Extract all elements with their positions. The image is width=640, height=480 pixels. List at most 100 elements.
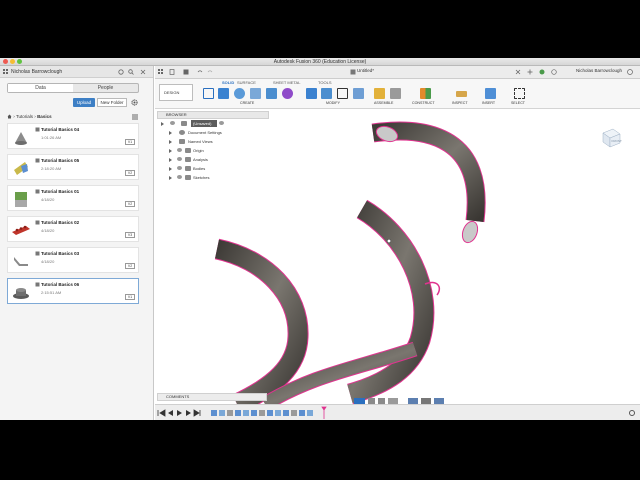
file-card[interactable]: Tutorial Basics 04 1:01:26 AM V1 xyxy=(7,123,139,149)
chevron-right-icon[interactable] xyxy=(169,167,172,171)
user-menu[interactable]: Nicholas Barrowclough xyxy=(11,66,62,78)
timeline-feature[interactable] xyxy=(307,410,313,416)
loft-tool[interactable] xyxy=(266,88,277,99)
shell-tool[interactable] xyxy=(353,88,364,99)
close-icon[interactable] xyxy=(515,69,521,75)
timeline-feature[interactable] xyxy=(227,410,233,416)
refresh-icon[interactable] xyxy=(118,69,124,75)
timeline-feature[interactable] xyxy=(211,410,217,416)
redo-icon[interactable] xyxy=(207,69,213,75)
job-status-icon[interactable] xyxy=(539,69,545,75)
move-tool[interactable] xyxy=(337,88,348,99)
file-card[interactable]: Tutorial Basics 05 2:18:20 AM V2 xyxy=(7,154,139,180)
help-icon[interactable] xyxy=(627,69,633,75)
browser-item[interactable]: Sketches xyxy=(157,173,269,182)
home-icon[interactable] xyxy=(7,114,12,119)
new-component-tool[interactable] xyxy=(374,88,385,99)
add-tab-icon[interactable] xyxy=(527,69,533,75)
file-card[interactable]: Tutorial Basics 06 2:15:51 AM V1 xyxy=(7,278,139,304)
timeline-feature[interactable] xyxy=(235,410,241,416)
timeline-prev-icon[interactable] xyxy=(168,410,173,416)
timeline-feature[interactable] xyxy=(267,410,273,416)
file-card[interactable]: Tutorial Basics 03 4/18/20 V2 xyxy=(7,247,139,273)
chevron-right-icon[interactable] xyxy=(169,158,172,162)
pivot-point[interactable] xyxy=(386,238,392,244)
browser-item[interactable]: Document Settings xyxy=(157,128,269,137)
group-inspect[interactable]: INSPECT xyxy=(452,101,468,105)
extrude-tool[interactable] xyxy=(218,88,229,99)
timeline-marker[interactable] xyxy=(321,406,327,419)
browser-item[interactable]: Origin xyxy=(157,146,269,155)
group-assemble[interactable]: ASSEMBLE xyxy=(374,101,393,105)
timeline-next-icon[interactable] xyxy=(186,410,191,416)
browser-root-row[interactable]: (Unsaved) xyxy=(157,119,269,128)
tab-solid[interactable]: SOLID xyxy=(222,80,234,85)
tube-elbow-upper-body[interactable] xyxy=(371,122,485,223)
timeline-play-icon[interactable] xyxy=(177,410,182,416)
breadcrumb-tutorials[interactable]: Tutorials xyxy=(16,114,33,119)
press-pull-tool[interactable] xyxy=(306,88,317,99)
group-select[interactable]: SELECT xyxy=(511,101,525,105)
new-sketch-tool[interactable] xyxy=(203,88,214,99)
browser-item[interactable]: Named Views xyxy=(157,137,269,146)
version-badge[interactable]: V3 xyxy=(125,232,135,238)
eye-icon[interactable] xyxy=(177,175,182,179)
select-tool[interactable] xyxy=(514,88,525,99)
version-badge[interactable]: V2 xyxy=(125,201,135,207)
save-icon[interactable] xyxy=(183,69,189,75)
chevron-right-icon[interactable] xyxy=(169,131,172,135)
comments-panel[interactable]: COMMENTS xyxy=(157,393,267,401)
version-badge[interactable]: V1 xyxy=(125,294,135,300)
chevron-right-icon[interactable] xyxy=(169,176,172,180)
list-view-icon[interactable] xyxy=(132,114,138,120)
timeline-feature[interactable] xyxy=(251,410,257,416)
new-folder-button[interactable]: New Folder xyxy=(97,98,127,107)
measure-tool[interactable] xyxy=(456,91,467,97)
eye-icon[interactable] xyxy=(170,121,175,125)
eye-icon[interactable] xyxy=(177,166,182,170)
form-tool[interactable] xyxy=(282,88,293,99)
record-icon[interactable] xyxy=(219,121,224,125)
group-insert[interactable]: INSERT xyxy=(482,101,495,105)
timeline-feature[interactable] xyxy=(219,410,225,416)
timeline-feature[interactable] xyxy=(275,410,281,416)
insert-image-tool[interactable] xyxy=(485,88,496,99)
fillet-tool[interactable] xyxy=(321,88,332,99)
chevron-down-icon[interactable] xyxy=(161,122,164,126)
offset-plane-tool[interactable] xyxy=(420,88,431,99)
version-badge[interactable]: V1 xyxy=(125,139,135,145)
search-icon[interactable] xyxy=(128,69,134,75)
tab-surface[interactable]: SURFACE xyxy=(237,80,256,85)
version-badge[interactable]: V2 xyxy=(125,170,135,176)
timeline-feature[interactable] xyxy=(291,410,297,416)
joint-tool[interactable] xyxy=(390,88,401,99)
tab-data[interactable]: Data xyxy=(8,84,73,92)
workspace-switcher[interactable]: DESIGN xyxy=(159,84,193,101)
browser-item[interactable]: Analysis xyxy=(157,155,269,164)
view-cube[interactable]: FRONT xyxy=(600,126,622,148)
tab-sheet-metal[interactable]: SHEET METAL xyxy=(273,80,300,85)
document-tab[interactable]: Untitled* xyxy=(357,68,374,73)
tab-tools[interactable]: TOOLS xyxy=(318,80,332,85)
browser-root-label[interactable]: (Unsaved) xyxy=(191,120,217,127)
chevron-right-icon[interactable] xyxy=(169,140,172,144)
timeline-feature[interactable] xyxy=(283,410,289,416)
group-construct[interactable]: CONSTRUCT xyxy=(412,101,435,105)
file-card[interactable]: Tutorial Basics 01 4/18/20 V2 xyxy=(7,185,139,211)
version-badge[interactable]: V2 xyxy=(125,263,135,269)
gear-icon[interactable] xyxy=(131,99,138,106)
timeline-feature[interactable] xyxy=(243,410,249,416)
grid-icon[interactable] xyxy=(158,69,164,75)
timeline-feature[interactable] xyxy=(259,410,265,416)
user-menu-right[interactable]: Nicholas Barrowclough xyxy=(576,68,622,73)
timeline-feature[interactable] xyxy=(299,410,305,416)
file-icon[interactable] xyxy=(169,69,175,75)
group-modify[interactable]: MODIFY xyxy=(326,101,340,105)
sweep-tool[interactable] xyxy=(250,88,261,99)
eye-icon[interactable] xyxy=(177,157,182,161)
chevron-right-icon[interactable] xyxy=(169,149,172,153)
timeline-first-icon[interactable] xyxy=(157,409,166,417)
group-create[interactable]: CREATE xyxy=(240,101,254,105)
clock-icon[interactable] xyxy=(551,69,557,75)
file-card[interactable]: Tutorial Basics 02 4/18/20 V3 xyxy=(7,216,139,242)
